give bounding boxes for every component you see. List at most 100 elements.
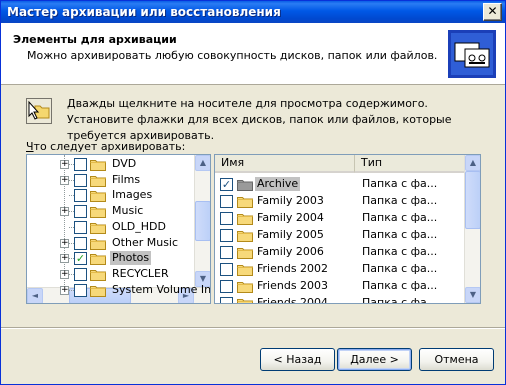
title-bar[interactable]: Мастер архивации или восстановления ✕ xyxy=(1,1,505,23)
folder-icon xyxy=(237,263,253,276)
tree-expander-icon[interactable]: + xyxy=(60,160,69,169)
list-item-checkbox[interactable] xyxy=(220,297,233,303)
tree-expander-icon[interactable]: + xyxy=(60,285,69,295)
cancel-button[interactable]: Отмена xyxy=(419,348,494,371)
tree-item-label: Photos xyxy=(110,251,152,266)
folder-icon xyxy=(90,284,106,297)
list-item[interactable]: Family 2004 Папка с фа... xyxy=(215,210,464,227)
tree-item-checkbox[interactable] xyxy=(74,205,87,219)
close-icon: ✕ xyxy=(487,4,498,18)
list-item-type: Папка с фа... xyxy=(362,211,438,224)
backup-wizard-icon xyxy=(448,30,496,78)
list-scroll-up-button[interactable]: ▲ xyxy=(465,155,480,171)
arrow-down-icon: ▼ xyxy=(469,290,477,299)
list-item[interactable]: Friends 2003 Папка с фа... xyxy=(215,278,464,295)
list-item-type: Папка с фа... xyxy=(362,262,438,275)
list-item[interactable]: ✓ Archive Папка с фа... xyxy=(215,176,464,193)
tree-vertical-scrollbar[interactable]: ▲ ▼ xyxy=(194,155,210,287)
list-item-checkbox[interactable] xyxy=(220,229,233,242)
tree-item[interactable]: + ✓ Photos xyxy=(27,250,195,266)
button-separator xyxy=(1,327,505,329)
tree-item-checkbox[interactable]: ✓ xyxy=(74,252,87,266)
tree-item[interactable]: Images xyxy=(27,187,195,203)
tree-item[interactable]: + System Volume Inf xyxy=(27,282,210,298)
list-item-type: Папка с фа... xyxy=(362,245,438,258)
tree-expander-icon[interactable]: + xyxy=(60,254,69,264)
wizard-header: Элементы для архивации Можно архивироват… xyxy=(1,23,505,85)
list-item-checkbox[interactable] xyxy=(220,263,233,276)
back-button[interactable]: < Назад xyxy=(260,348,335,371)
tree-item-label: Images xyxy=(112,188,153,202)
close-button[interactable]: ✕ xyxy=(483,3,502,21)
list-item-type: Папка с фа... xyxy=(362,177,438,190)
tree-item[interactable]: + RECYCLER xyxy=(27,266,195,282)
tree-item[interactable]: + DVD xyxy=(27,156,195,172)
list-item-name: Family 2004 xyxy=(257,211,324,224)
folder-icon xyxy=(90,268,106,281)
list-item-name: Friends 2003 xyxy=(257,279,329,292)
list-item-checkbox[interactable] xyxy=(220,246,233,259)
tree-expander-icon[interactable]: + xyxy=(60,269,69,279)
tree-item-label: Music xyxy=(112,204,144,218)
list-scroll-thumb[interactable] xyxy=(465,171,480,229)
list-item-name: Friends 2002 xyxy=(257,262,329,275)
list-item-type: Папка с фа... xyxy=(362,228,438,241)
folder-icon xyxy=(237,178,253,191)
tree-item-checkbox[interactable] xyxy=(74,220,87,234)
tree-item-checkbox[interactable] xyxy=(74,158,87,171)
tree-expander-icon[interactable]: + xyxy=(60,175,69,185)
tree-item-checkbox[interactable] xyxy=(74,236,87,250)
window-title: Мастер архивации или восстановления xyxy=(7,5,281,19)
list-item-type: Папка с фа... xyxy=(362,194,438,207)
list-item[interactable]: Family 2003 Папка с фа... xyxy=(215,193,464,210)
list-item-checkbox[interactable] xyxy=(220,212,233,225)
tree-item-label: Films xyxy=(112,172,141,186)
list-item-checkbox[interactable]: ✓ xyxy=(220,178,233,191)
folder-icon xyxy=(237,297,253,303)
list-vertical-scrollbar[interactable]: ▲ ▼ xyxy=(464,155,480,303)
instruction-text: Дважды щелкните на носителе для просмотр… xyxy=(67,97,452,142)
list-item[interactable]: Family 2006 Папка с фа... xyxy=(215,244,464,261)
tree-item[interactable]: + Other Music xyxy=(27,235,195,251)
next-button[interactable]: Далее > xyxy=(337,348,412,371)
file-list[interactable]: Имя Тип ▲ ▼ ✓ Archive Папка с фа... Family … xyxy=(214,154,481,304)
list-scroll-down-button[interactable]: ▼ xyxy=(465,287,480,303)
tree-scroll-thumb[interactable] xyxy=(195,201,210,241)
list-item[interactable]: Friends 2004 Папка с фа... xyxy=(215,295,464,304)
column-header-type[interactable]: Тип xyxy=(355,155,465,173)
column-header-name[interactable]: Имя xyxy=(215,155,355,173)
folder-tree[interactable]: ▲ ▼ ◄ ► + DVD + Films Images + Music OLD_HDD + Ot… xyxy=(26,154,211,304)
list-item-checkbox[interactable] xyxy=(220,280,233,293)
tree-item[interactable]: + Music xyxy=(27,203,195,219)
tree-scroll-up-button[interactable]: ▲ xyxy=(195,155,210,171)
tree-expander-icon[interactable]: + xyxy=(60,238,69,248)
list-item-name: Family 2003 xyxy=(257,194,324,207)
tree-item-checkbox[interactable] xyxy=(74,189,87,203)
tree-item-checkbox[interactable] xyxy=(74,283,87,297)
page-subtitle: Можно архивировать любую совокупность ди… xyxy=(27,49,438,62)
tree-item-label: OLD_HDD xyxy=(112,219,166,233)
folder-icon xyxy=(237,195,253,208)
list-item-checkbox[interactable] xyxy=(220,195,233,208)
folder-icon xyxy=(237,246,253,259)
tree-item[interactable]: + Films xyxy=(27,172,195,188)
list-item-type: Папка с фа... xyxy=(362,279,438,292)
list-item-name: Family 2005 xyxy=(257,228,324,241)
tree-item-label: Other Music xyxy=(112,235,179,249)
list-item[interactable]: Friends 2002 Папка с фа... xyxy=(215,261,464,278)
folder-icon xyxy=(237,212,253,225)
tree-item-label: System Volume Inf xyxy=(112,282,211,296)
tree-item[interactable]: OLD_HDD xyxy=(27,219,195,235)
list-item-name: Family 2006 xyxy=(257,245,324,258)
tree-label: Что следует архивировать: xyxy=(26,140,186,153)
page-title: Элементы для архивации xyxy=(13,33,177,46)
tree-item-checkbox[interactable] xyxy=(74,267,87,281)
tree-item-label: DVD xyxy=(112,157,137,170)
list-item-type: Папка с фа... xyxy=(362,296,438,304)
tree-item-checkbox[interactable] xyxy=(74,173,87,187)
list-item-name: Friends 2004 xyxy=(257,296,329,304)
tree-expander-icon[interactable]: + xyxy=(60,207,69,217)
list-item[interactable]: Family 2005 Папка с фа... xyxy=(215,227,464,244)
folder-icon xyxy=(237,229,253,242)
arrow-up-icon: ▲ xyxy=(199,158,207,167)
